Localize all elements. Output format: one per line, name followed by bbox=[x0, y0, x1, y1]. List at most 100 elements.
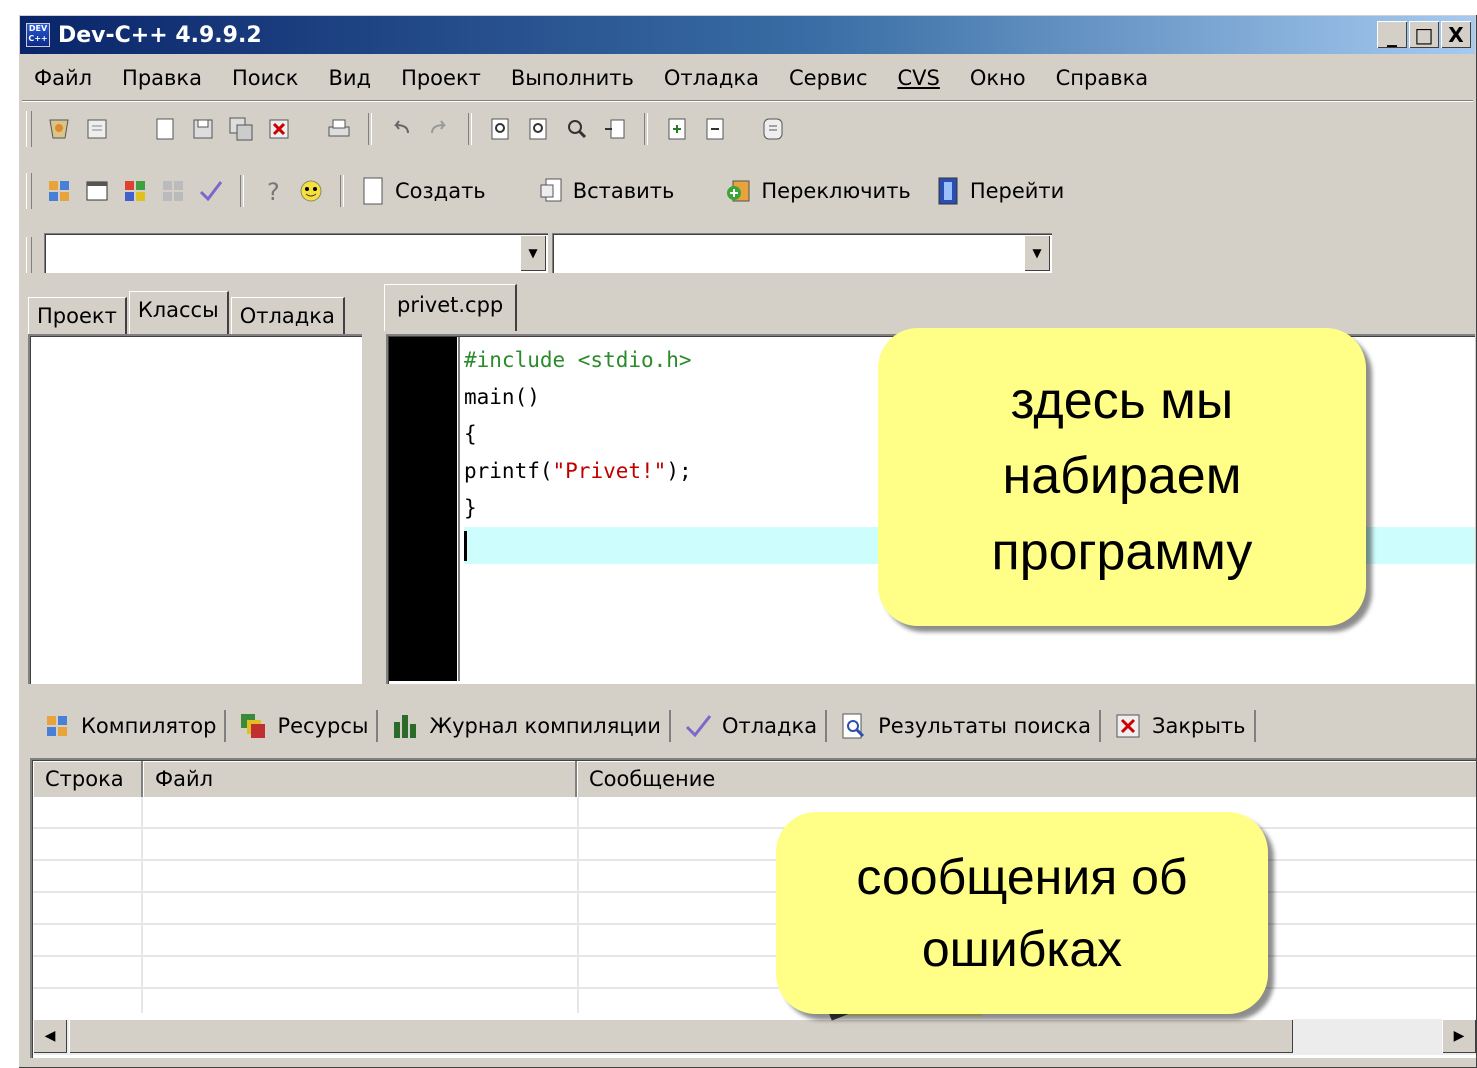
help-icon[interactable]: ? bbox=[257, 175, 289, 207]
menu-help[interactable]: Справка bbox=[1044, 66, 1167, 90]
svg-text:?: ? bbox=[267, 178, 280, 204]
editor-tabs: privet.cpp bbox=[384, 284, 519, 331]
syntax-check-icon[interactable] bbox=[195, 175, 227, 207]
add-to-project-icon[interactable] bbox=[661, 113, 693, 145]
toolbar-grip[interactable] bbox=[26, 173, 32, 209]
compiler-icon bbox=[41, 710, 73, 742]
goto-bookmark-icon bbox=[932, 175, 964, 207]
create-button[interactable]: Создать bbox=[354, 175, 486, 207]
tab-compile-log[interactable]: Журнал компиляции bbox=[378, 710, 671, 742]
save-all-icon[interactable] bbox=[225, 113, 257, 145]
code-string: "Privet!" bbox=[552, 459, 667, 483]
scroll-left-icon[interactable]: ◀ bbox=[33, 1019, 67, 1053]
column-header-message[interactable]: Сообщение bbox=[577, 761, 1476, 797]
redo-icon[interactable] bbox=[423, 113, 455, 145]
toolbar-separator bbox=[340, 175, 344, 207]
new-class-icon bbox=[357, 175, 389, 207]
tab-search-results[interactable]: Результаты поиска bbox=[827, 710, 1101, 742]
tab-project[interactable]: Проект bbox=[28, 297, 127, 334]
compile-run-icon[interactable] bbox=[119, 175, 151, 207]
menu-execute[interactable]: Выполнить bbox=[499, 66, 652, 90]
editor-gutter[interactable] bbox=[389, 337, 457, 681]
code-fn: printf( bbox=[464, 459, 553, 483]
title-bar[interactable]: DEV C++ Dev-C++ 4.9.9.2 _ □ X bbox=[20, 16, 1475, 54]
open-project-icon[interactable] bbox=[43, 113, 75, 145]
toolbar-area: ? Создать Вставить Переключить Перейти ▼… bbox=[22, 100, 1473, 283]
menu-project[interactable]: Проект bbox=[389, 66, 499, 90]
member-combo[interactable]: ▼ bbox=[552, 233, 1052, 273]
close-file-icon[interactable] bbox=[263, 113, 295, 145]
class-toolbar: ▼ ▼ bbox=[22, 233, 1473, 277]
undo-icon[interactable] bbox=[385, 113, 417, 145]
bar-chart-icon bbox=[389, 710, 421, 742]
chevron-down-icon[interactable]: ▼ bbox=[1024, 235, 1050, 271]
about-icon[interactable] bbox=[295, 175, 327, 207]
callout-editor: здесь мы набираем программу bbox=[878, 328, 1366, 626]
remove-from-project-icon[interactable] bbox=[699, 113, 731, 145]
menu-view[interactable]: Вид bbox=[316, 66, 389, 90]
tab-close[interactable]: Закрыть bbox=[1101, 710, 1256, 742]
window-title: Dev-C++ 4.9.9.2 bbox=[58, 22, 262, 48]
rebuild-all-icon[interactable] bbox=[157, 175, 189, 207]
column-header-file[interactable]: Файл bbox=[143, 761, 577, 797]
toggle-button[interactable]: Переключить bbox=[720, 175, 911, 207]
search-results-icon bbox=[838, 710, 870, 742]
menu-bar: Файл Правка Поиск Вид Проект Выполнить О… bbox=[22, 58, 1473, 98]
menu-file[interactable]: Файл bbox=[22, 66, 110, 90]
chevron-down-icon[interactable]: ▼ bbox=[520, 235, 546, 271]
toolbar-grip[interactable] bbox=[26, 111, 32, 147]
create-label: Создать bbox=[395, 179, 486, 203]
goto-label: Перейти bbox=[969, 179, 1065, 203]
tab-debug[interactable]: Отладка bbox=[230, 297, 345, 334]
menu-cvs[interactable]: CVS bbox=[885, 66, 957, 90]
text-cursor bbox=[464, 531, 467, 561]
tab-resources[interactable]: Ресурсы bbox=[226, 710, 379, 742]
menu-debug[interactable]: Отладка bbox=[652, 66, 777, 90]
minimize-button[interactable]: _ bbox=[1377, 21, 1407, 48]
menu-edit[interactable]: Правка bbox=[110, 66, 220, 90]
insert-label: Вставить bbox=[572, 179, 675, 203]
scroll-thumb[interactable] bbox=[69, 1019, 1293, 1053]
tab-privet-cpp[interactable]: privet.cpp bbox=[384, 284, 518, 331]
toolbar-grip[interactable] bbox=[26, 237, 32, 273]
goto-line-icon[interactable] bbox=[599, 113, 631, 145]
print-icon[interactable] bbox=[323, 113, 355, 145]
replace-icon[interactable] bbox=[523, 113, 555, 145]
code-end: ); bbox=[666, 459, 692, 483]
column-header-line[interactable]: Строка bbox=[33, 761, 143, 797]
checkmark-icon bbox=[682, 710, 714, 742]
callout-errors-line1: сообщения об bbox=[856, 848, 1188, 905]
horizontal-scrollbar[interactable]: ◀ ▶ bbox=[33, 1019, 1476, 1055]
project-options-icon[interactable] bbox=[81, 113, 113, 145]
compile-icon[interactable] bbox=[43, 175, 75, 207]
close-button[interactable]: X bbox=[1441, 21, 1471, 48]
insert-button[interactable]: Вставить bbox=[532, 175, 675, 207]
scroll-right-icon[interactable]: ▶ bbox=[1442, 1019, 1476, 1053]
tab-classes[interactable]: Классы bbox=[128, 291, 229, 334]
toggle-bookmark-icon bbox=[723, 175, 755, 207]
tab-debug-output[interactable]: Отладка bbox=[671, 710, 828, 742]
callout-errors: сообщения об ошибках bbox=[776, 812, 1268, 1014]
compile-log-icon[interactable] bbox=[757, 113, 789, 145]
tab-compiler[interactable]: Компилятор bbox=[30, 710, 227, 742]
toolbar-separator bbox=[644, 113, 648, 145]
callout-editor-line3: программу bbox=[991, 522, 1253, 581]
new-file-icon[interactable] bbox=[149, 113, 181, 145]
find-icon[interactable] bbox=[485, 113, 517, 145]
maximize-button[interactable]: □ bbox=[1409, 21, 1439, 48]
class-browser[interactable] bbox=[28, 334, 362, 684]
window-controls: _ □ X bbox=[1377, 21, 1471, 48]
menu-tools[interactable]: Сервис bbox=[777, 66, 885, 90]
menu-window[interactable]: Окно bbox=[958, 66, 1044, 90]
column-divider bbox=[141, 797, 143, 1013]
menu-search[interactable]: Поиск bbox=[220, 66, 317, 90]
find-next-icon[interactable] bbox=[561, 113, 593, 145]
goto-button[interactable]: Перейти bbox=[929, 175, 1065, 207]
callout-errors-line2: ошибках bbox=[921, 921, 1123, 977]
run-icon[interactable] bbox=[81, 175, 113, 207]
class-combo[interactable]: ▼ bbox=[44, 233, 548, 273]
table-row[interactable] bbox=[33, 797, 1476, 829]
column-divider bbox=[577, 797, 579, 1013]
gutter-divider bbox=[458, 337, 460, 681]
save-icon[interactable] bbox=[187, 113, 219, 145]
